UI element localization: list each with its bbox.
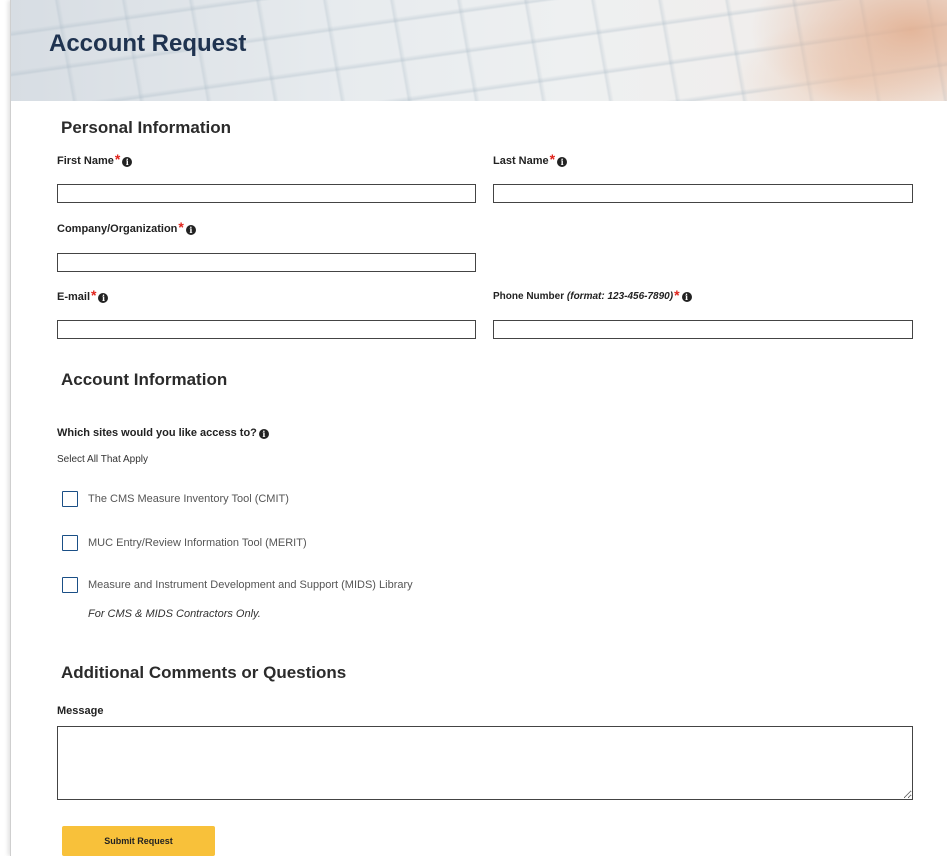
last-name-label: Last Name* i [493, 151, 568, 171]
email-label: E-mail* i [57, 287, 109, 307]
checkbox-option-cmit[interactable]: The CMS Measure Inventory Tool (CMIT) [62, 491, 289, 507]
checkbox-option-mids[interactable]: Measure and Instrument Development and S… [62, 577, 413, 593]
submit-request-button[interactable]: Submit Request [62, 826, 215, 856]
mids-contractor-note: For CMS & MIDS Contractors Only. [88, 608, 261, 620]
page-header-banner: Account Request [11, 0, 947, 101]
checkbox[interactable] [62, 577, 78, 593]
checkbox-label[interactable]: The CMS Measure Inventory Tool (CMIT) [88, 493, 289, 505]
checkbox-label[interactable]: Measure and Instrument Development and S… [88, 579, 413, 591]
checkbox-option-merit[interactable]: MUC Entry/Review Information Tool (MERIT… [62, 535, 307, 551]
site-access-question: Which sites would you like access to? i [57, 427, 269, 439]
personal-info-heading: Personal Information [61, 118, 232, 137]
info-icon[interactable]: i [185, 225, 196, 235]
required-asterisk: * [549, 151, 556, 167]
comments-heading: Additional Comments or Questions [61, 663, 347, 682]
first-name-label: First Name* i [57, 151, 133, 171]
company-label: Company/Organization* i [57, 219, 196, 239]
required-asterisk: * [91, 287, 97, 303]
company-input[interactable] [57, 253, 476, 272]
page-title: Account Request [49, 30, 247, 57]
checkbox[interactable] [62, 491, 78, 507]
required-asterisk: * [114, 151, 121, 167]
last-name-input[interactable] [493, 184, 913, 203]
phone-label: Phone Number (format: 123-456-7890)* i [493, 287, 692, 307]
required-asterisk: * [178, 219, 184, 235]
email-input[interactable] [57, 320, 476, 339]
account-info-heading: Account Information [61, 370, 228, 389]
checkbox-label[interactable]: MUC Entry/Review Information Tool (MERIT… [88, 537, 307, 549]
required-asterisk: * [674, 287, 680, 303]
checkbox[interactable] [62, 535, 78, 551]
info-icon[interactable]: i [681, 292, 692, 302]
info-icon[interactable]: i [98, 293, 109, 303]
message-textarea[interactable] [57, 726, 913, 800]
info-icon[interactable]: i [122, 157, 133, 167]
phone-format-hint: (format: 123-456-7890) [566, 291, 674, 302]
info-icon[interactable]: i [557, 157, 568, 167]
select-all-instruction: Select All That Apply [57, 454, 148, 465]
message-label: Message [57, 705, 104, 717]
first-name-input[interactable] [57, 184, 476, 203]
account-request-panel: Account Request Personal Information Fir… [10, 0, 947, 856]
info-icon[interactable]: i [258, 429, 269, 439]
phone-input[interactable] [493, 320, 913, 339]
